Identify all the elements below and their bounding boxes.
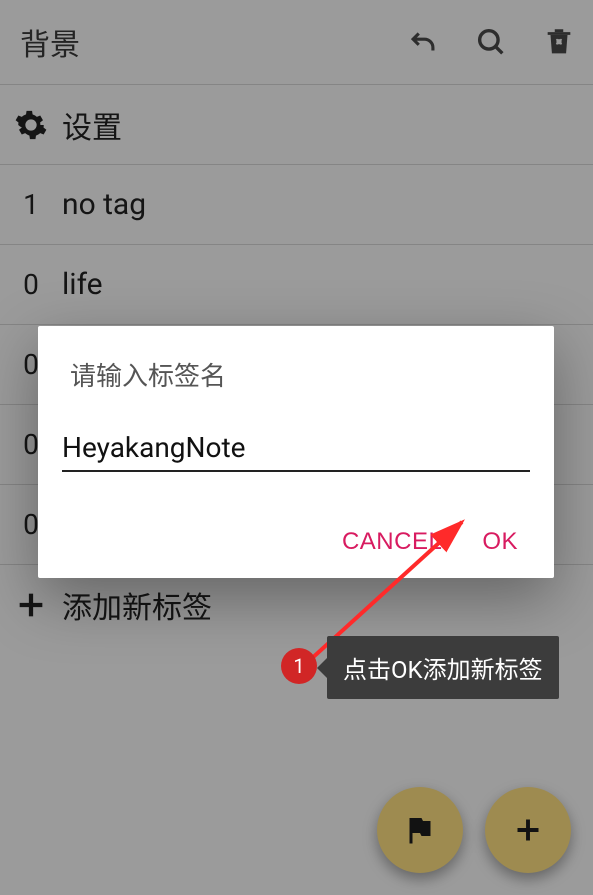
tag-name-input[interactable] — [62, 427, 530, 472]
app-screen: 背景 设置 — [0, 0, 593, 895]
new-tag-dialog: 请输入标签名 CANCEL OK — [38, 326, 554, 578]
cancel-button[interactable]: CANCEL — [342, 528, 442, 556]
ok-button[interactable]: OK — [482, 528, 518, 556]
annotation-step-badge: 1 — [281, 648, 317, 684]
dialog-title: 请输入标签名 — [70, 356, 530, 393]
dialog-actions: CANCEL OK — [62, 528, 530, 566]
annotation-tooltip: 点击OK添加新标签 — [327, 636, 559, 699]
